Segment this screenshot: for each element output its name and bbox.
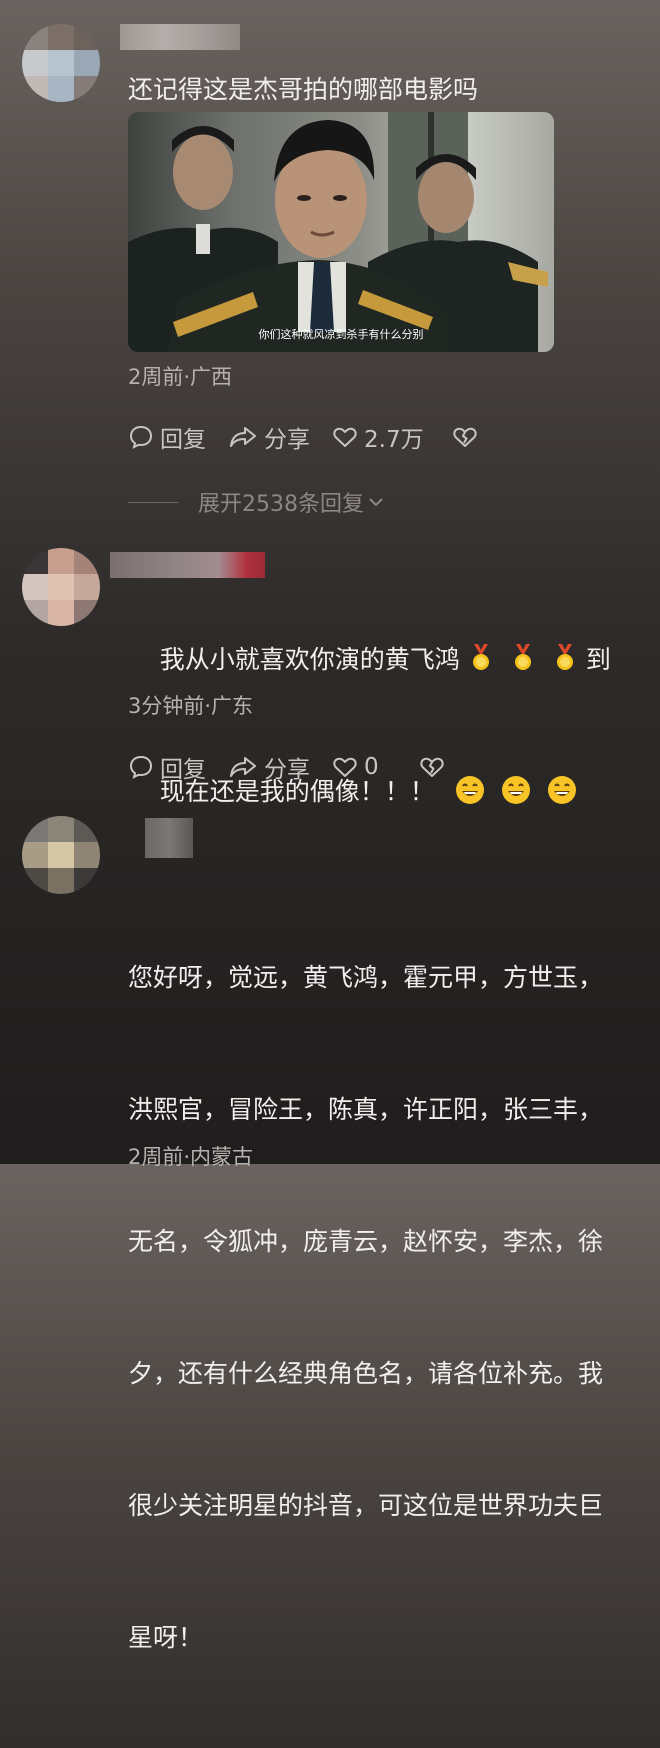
comment-text-line: 洪熙官，冒险王，陈真，许正阳，张三丰， (128, 1095, 604, 1124)
username-blurred[interactable] (145, 818, 193, 858)
like-button[interactable]: 2.7万 (332, 420, 424, 454)
dislike-button[interactable] (419, 755, 451, 779)
comment-text-line: 星呀！ (128, 1623, 204, 1652)
grinning-face-emoji-icon (501, 776, 530, 804)
comment-text: 我从小就喜欢你演的黄飞鸿到 现在还是我的偶像！！！ (128, 594, 611, 858)
like-count: 2.7万 (364, 427, 424, 453)
chevron-down-icon (369, 498, 383, 507)
reply-button[interactable]: 回复 (128, 750, 206, 784)
reply-label: 回复 (160, 427, 206, 453)
medal-emoji-icon (472, 644, 489, 670)
comment-actions: 回复 分享 2.7万 (128, 420, 506, 454)
grinning-face-emoji-icon (547, 776, 576, 804)
comment-meta: 2周前·内蒙古 (128, 1145, 254, 1169)
reply-label: 回复 (160, 757, 206, 783)
share-button[interactable]: 分享 (228, 420, 310, 454)
broken-heart-icon (452, 427, 477, 447)
comment-meta: 2周前·广西 (128, 365, 233, 389)
comment-text-line: 您好呀，觉远，黄飞鸿，霍元甲，方世玉， (128, 963, 604, 992)
comment-text: 还记得这是杰哥拍的哪部电影吗 (128, 75, 479, 104)
like-button[interactable]: 0 (332, 754, 379, 780)
avatar[interactable] (22, 816, 100, 894)
movie-still-subtitle: 你们这种就风凉到杀手有什么分别 (258, 328, 424, 341)
share-arrow-icon (230, 427, 256, 447)
comment-text-line1: 我从小就喜欢你演的黄飞鸿 (159, 645, 460, 674)
comment-actions: 回复 分享 0 (128, 750, 473, 784)
comment-text: 您好呀，觉远，黄飞鸿，霍元甲，方世玉， 洪熙官，冒险王，陈真，许正阳，张三丰， … (128, 868, 603, 1748)
heart-icon (333, 757, 357, 777)
comment-bubble-icon (129, 425, 153, 449)
medal-emoji-icon (556, 644, 573, 670)
movie-still-image[interactable]: 你们这种就风凉到杀手有什么分别 (128, 112, 554, 352)
comment-text-line: 很少关注明星的抖音，可这位是世界功夫巨 (128, 1491, 604, 1520)
like-count: 0 (364, 754, 379, 780)
movie-still-scene (128, 112, 548, 352)
share-label: 分享 (264, 427, 310, 453)
medal-emoji-icon (514, 644, 531, 670)
avatar[interactable] (22, 24, 100, 102)
username-blurred[interactable] (120, 24, 240, 50)
share-button[interactable]: 分享 (228, 750, 310, 784)
reply-button[interactable]: 回复 (128, 420, 206, 454)
share-label: 分享 (264, 757, 310, 783)
comment-bubble-icon (129, 755, 153, 779)
share-arrow-icon (230, 757, 256, 777)
avatar[interactable] (22, 548, 100, 626)
expand-replies-button[interactable]: 展开2538条回复 (128, 486, 386, 518)
expand-replies-label: 展开2538条回复 (198, 492, 364, 517)
comment-meta: 3分钟前·广东 (128, 694, 254, 718)
dislike-button[interactable] (452, 425, 484, 449)
username-blurred[interactable] (110, 552, 265, 578)
divider-line (128, 501, 178, 503)
broken-heart-icon (420, 757, 444, 777)
comment-text-line1-end: 到 (585, 645, 611, 674)
heart-icon (333, 427, 357, 447)
comment-text-line: 夕，还有什么经典角色名，请各位补充。我 (128, 1359, 604, 1388)
comment-text-line: 无名，令狐冲，庞青云，赵怀安，李杰，徐 (128, 1227, 604, 1256)
